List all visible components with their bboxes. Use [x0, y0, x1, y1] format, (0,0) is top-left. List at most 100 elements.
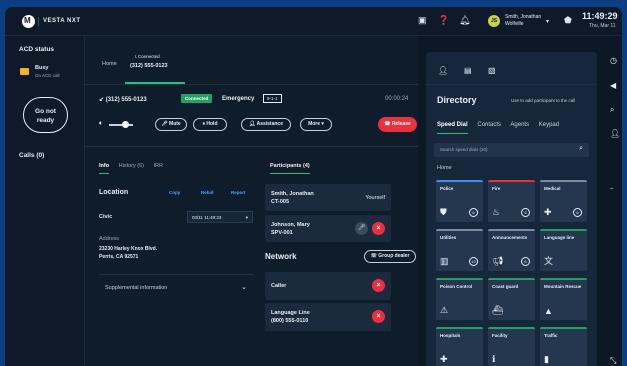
tab-contacts[interactable]: Contacts [477, 122, 501, 128]
user-add-icon[interactable]: 👤︎ [610, 129, 620, 138]
bookmark-icon[interactable]: ⬟ [564, 15, 572, 26]
search-input[interactable]: Search speed dials (20) ⌕ [434, 143, 589, 157]
rebid-link[interactable]: Rebid [201, 190, 214, 195]
speed-dial-tile[interactable]: Facility ℹ [488, 327, 535, 366]
location-title: Location [99, 189, 129, 196]
volume-icon: 🔈︎ [99, 120, 104, 127]
report-link[interactable]: Report [231, 190, 246, 195]
more-button[interactable]: More ▾ [300, 118, 332, 131]
tab-call-status-text: Connected [137, 54, 160, 59]
map-icon[interactable]: ▧ [488, 66, 496, 75]
bell-icon[interactable]: 🔔︎ [459, 15, 470, 26]
remove-network-button[interactable]: × [372, 279, 385, 292]
speed-dial-tile[interactable]: Announcements 📢︎ 6 [488, 229, 535, 271]
group-dealer-button[interactable]: ☏ Group dealer [364, 250, 416, 263]
directory-hint: Use to add participant to the call [511, 98, 576, 103]
tile-count: 6 [469, 208, 478, 217]
add-participant-icon[interactable]: 👤︎ [438, 66, 448, 75]
tile-label: Traffic [544, 333, 558, 338]
call-timer: 00:00:24 [385, 96, 409, 102]
participant-card[interactable]: Johnson, Mary SPV-001 🎤︎ × [265, 215, 391, 242]
network-card[interactable]: Language Line (800) 555-0110 × [265, 303, 391, 331]
directory-home-label: Home [437, 165, 452, 171]
network-card[interactable]: Caller × [265, 272, 391, 300]
tab-keypad[interactable]: Keypad [539, 122, 559, 128]
tile-count: 12 [469, 257, 478, 266]
tab-info[interactable]: Info [99, 163, 110, 174]
tab-agents[interactable]: Agents [510, 122, 529, 128]
divider [38, 17, 39, 26]
collapse-icon[interactable]: ⤡ [610, 356, 616, 366]
help-icon[interactable]: ❓ [438, 15, 449, 26]
chevron-down-icon[interactable]: ⌄ [241, 283, 247, 291]
speed-dial-tile[interactable]: Mountain Rescue ▲ [540, 278, 587, 320]
address: 23230 Harley Knox Blvd. Perris, CA 92571 [99, 245, 157, 261]
speed-dial-tile[interactable]: Traffic ▮ [540, 327, 587, 366]
remove-participant-button[interactable]: × [372, 222, 385, 235]
mountain-icon: ▲ [544, 306, 553, 316]
tile-label: Facility [492, 333, 508, 338]
assistance-button[interactable]: 👤︎ Assistance [241, 118, 291, 131]
speaker-icon[interactable]: ◀ [610, 81, 616, 90]
release-button[interactable]: ☎ Release [378, 117, 417, 132]
participant-card[interactable]: Smith, Jonathan CT-005 Yourself [265, 184, 391, 211]
tab-home[interactable]: Home [102, 61, 117, 67]
speed-dial-tile[interactable]: Hospitals ✚ [436, 327, 483, 366]
monitor-icon[interactable]: ▣ [418, 15, 427, 26]
clock-date: Thu, Mar 11 [589, 23, 616, 29]
speed-dial-tile[interactable]: Language line 文 [540, 229, 587, 271]
tab-history[interactable]: History (6) [119, 163, 144, 169]
volume-slider[interactable] [109, 124, 133, 126]
drag-handle-icon[interactable]: – [610, 186, 613, 192]
tab-active-call[interactable]: 📞︎ Connected (312) 555-0123 [125, 54, 185, 84]
motorola-logo-icon: M [22, 15, 35, 28]
tab-irr[interactable]: IRR [154, 163, 163, 169]
civic-select[interactable]: 03/11 11:49:23 ▾ [187, 211, 253, 223]
call-number: (312) 555-0123 [105, 97, 147, 103]
chevron-down-icon[interactable]: ▾ [546, 18, 549, 25]
mic-icon[interactable]: 🎤︎ [355, 222, 368, 235]
participant-info: Johnson, Mary SPV-001 [271, 221, 310, 237]
building-icon: ▥ [440, 256, 449, 266]
tile-count: 6 [573, 208, 582, 217]
tile-label: Coast guard [492, 284, 519, 289]
acd-status-sub: On ACD call [35, 73, 60, 78]
speed-dial-tile[interactable]: Medical ✚ 6 [540, 180, 587, 222]
hold-button[interactable]: ⏸ Hold [193, 118, 227, 131]
clock-icon[interactable]: ◷ [610, 56, 617, 65]
remove-network-button[interactable]: × [372, 310, 385, 323]
copy-link[interactable]: Copy [169, 190, 180, 195]
participants-title[interactable]: Participants (4) [270, 163, 310, 174]
speed-dial-tile[interactable]: Coast guard ⛴ [488, 278, 535, 320]
more-label: More [308, 121, 321, 127]
supplemental-information[interactable]: Supplemental information [105, 285, 167, 291]
tab-call-number: (312) 555-0123 [130, 63, 168, 69]
tile-count: 6 [521, 257, 530, 266]
tab-speed-dial[interactable]: Speed Dial [437, 122, 468, 134]
speed-dial-tile[interactable]: Utilities ▥ 12 [436, 229, 483, 271]
mute-button[interactable]: 🎤︎ Mute [155, 118, 187, 131]
cross-icon: ✚ [440, 354, 448, 364]
info-tabs: Info History (6) IRR [99, 163, 171, 174]
tile-label: Hospitals [440, 333, 461, 338]
notes-icon[interactable]: ▤ [464, 66, 472, 75]
user-menu[interactable]: Smith, Jonathan Wolfville [505, 14, 541, 28]
warning-icon: ⚠ [440, 305, 449, 315]
acd-panel: ACD status Busy On ACD call Go not ready… [5, 36, 85, 366]
clock-time: 11:49:29 [582, 11, 618, 21]
acd-title: ACD status [19, 46, 55, 53]
speed-dial-tile[interactable]: Police ⛊ 6 [436, 180, 483, 222]
speed-dial-tile[interactable]: Fire ♨ 6 [488, 180, 535, 222]
go-not-ready-button[interactable]: Go not ready [23, 97, 68, 133]
group-dealer-label: Group dealer [378, 253, 410, 259]
search-placeholder: Search speed dials (20) [440, 147, 488, 152]
yourself-tag: Yourself [365, 195, 385, 201]
call-panel: Home 📞︎ Connected (312) 555-0123 ↙ (312)… [85, 36, 418, 366]
volume-slider-handle[interactable] [122, 121, 129, 128]
avatar[interactable]: JS [488, 15, 500, 27]
release-label: Release [391, 121, 411, 127]
participant-info: Smith, Jonathan CT-005 [271, 190, 314, 206]
speed-dial-tile[interactable]: Poison Control ⚠ [436, 278, 483, 320]
user-name: Smith, Jonathan [505, 14, 542, 20]
search-icon[interactable]: ⌕ [610, 105, 614, 115]
